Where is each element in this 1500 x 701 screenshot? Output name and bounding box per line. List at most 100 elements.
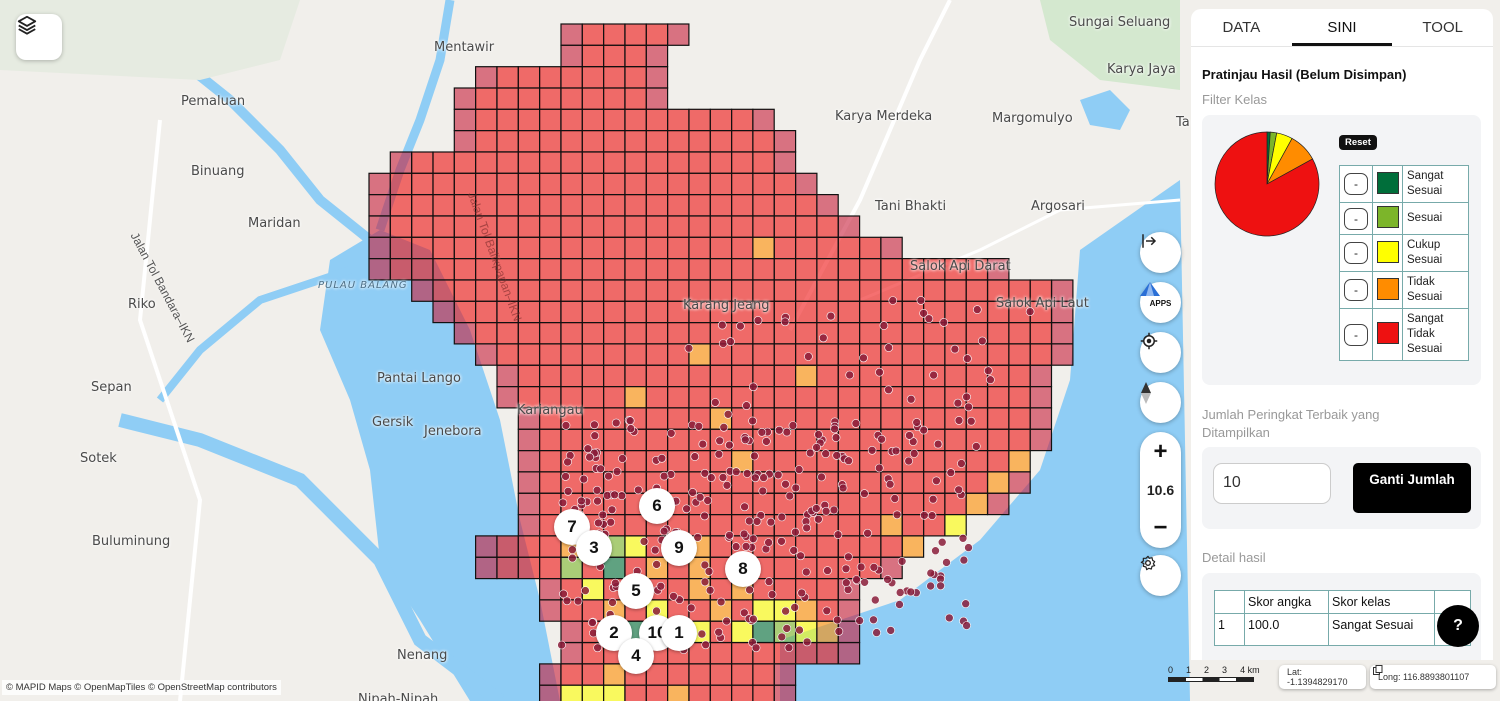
grid-cell[interactable] xyxy=(773,151,797,174)
grid-cell[interactable] xyxy=(773,386,797,409)
poi-marker[interactable] xyxy=(957,459,966,468)
poi-marker[interactable] xyxy=(833,530,843,540)
poi-marker[interactable] xyxy=(932,476,941,486)
grid-cell[interactable] xyxy=(624,108,647,132)
grid-cell[interactable] xyxy=(645,684,669,701)
poi-marker[interactable] xyxy=(788,421,798,430)
poi-marker[interactable] xyxy=(581,586,590,595)
poi-marker[interactable] xyxy=(811,504,821,513)
poi-marker[interactable] xyxy=(891,446,901,456)
poi-marker[interactable] xyxy=(897,556,907,566)
poi-marker[interactable] xyxy=(845,370,855,380)
poi-marker[interactable] xyxy=(590,420,599,430)
grid-cell[interactable] xyxy=(709,641,733,665)
grid-cell[interactable] xyxy=(730,684,754,701)
poi-marker[interactable] xyxy=(912,418,922,427)
grid-cell[interactable] xyxy=(496,322,519,345)
poi-marker[interactable] xyxy=(666,428,676,438)
rank-marker[interactable]: 3 xyxy=(576,530,612,566)
grid-cell[interactable] xyxy=(581,236,605,260)
grid-cell[interactable] xyxy=(560,172,583,196)
grid-cell[interactable] xyxy=(773,194,797,217)
poi-marker[interactable] xyxy=(794,465,804,474)
poi-marker[interactable] xyxy=(568,553,577,563)
grid-cell[interactable] xyxy=(688,663,711,686)
poi-marker[interactable] xyxy=(977,336,987,346)
grid-cell[interactable] xyxy=(666,322,690,345)
grid-cell[interactable] xyxy=(1029,322,1053,345)
poi-marker[interactable] xyxy=(851,419,861,428)
grid-cell[interactable] xyxy=(538,577,562,601)
grid-cell[interactable] xyxy=(688,108,711,132)
poi-marker[interactable] xyxy=(781,479,790,489)
grid-cell[interactable] xyxy=(858,236,882,260)
grid-cell[interactable] xyxy=(602,172,626,196)
poi-marker[interactable] xyxy=(585,452,594,462)
grid-cell[interactable] xyxy=(538,279,562,302)
grid-cell[interactable] xyxy=(773,364,797,388)
reset-button[interactable]: Reset xyxy=(1339,135,1377,150)
grid-cell[interactable] xyxy=(496,172,519,196)
poi-marker[interactable] xyxy=(844,456,853,466)
poi-marker[interactable] xyxy=(773,470,783,480)
grid-cell[interactable] xyxy=(922,450,946,473)
grid-cell[interactable] xyxy=(773,279,797,302)
grid-cell[interactable] xyxy=(752,364,775,388)
grid-cell[interactable] xyxy=(538,87,562,110)
grid-cell[interactable] xyxy=(496,556,519,580)
poi-marker[interactable] xyxy=(719,422,729,432)
poi-marker[interactable] xyxy=(688,488,697,497)
grid-cell[interactable] xyxy=(624,87,647,110)
grid-cell[interactable] xyxy=(475,535,498,558)
grid-cell[interactable] xyxy=(453,258,477,281)
grid-cell[interactable] xyxy=(538,364,562,388)
grid-cell[interactable] xyxy=(432,194,455,217)
poi-marker[interactable] xyxy=(888,296,898,305)
grid-cell[interactable] xyxy=(709,663,733,686)
grid-cell[interactable] xyxy=(986,343,1010,366)
poi-marker[interactable] xyxy=(561,421,571,430)
poi-marker[interactable] xyxy=(718,473,728,482)
poi-marker[interactable] xyxy=(814,514,823,524)
grid-cell[interactable] xyxy=(794,215,818,238)
poi-marker[interactable] xyxy=(892,510,902,520)
poi-marker[interactable] xyxy=(704,567,714,576)
grid-cell[interactable] xyxy=(602,151,626,174)
poi-marker[interactable] xyxy=(750,451,759,461)
poi-marker[interactable] xyxy=(856,562,866,572)
rank-marker[interactable]: 8 xyxy=(725,551,761,587)
poi-marker[interactable] xyxy=(905,431,914,440)
poi-marker[interactable] xyxy=(884,343,894,352)
rank-marker[interactable]: 5 xyxy=(618,573,654,609)
grid-cell[interactable] xyxy=(986,471,1010,494)
grid-cell[interactable] xyxy=(688,130,711,153)
grid-cell[interactable] xyxy=(1029,428,1053,452)
poi-marker[interactable] xyxy=(931,546,940,556)
grid-cell[interactable] xyxy=(496,130,519,153)
grid-cell[interactable] xyxy=(965,364,989,388)
grid-cell[interactable] xyxy=(752,108,775,132)
grid-cell[interactable] xyxy=(709,151,733,174)
grid-cell[interactable] xyxy=(602,279,626,302)
poi-marker[interactable] xyxy=(904,456,914,466)
grid-cell[interactable] xyxy=(581,343,605,366)
grid-cell[interactable] xyxy=(816,535,839,558)
grid-cell[interactable] xyxy=(880,364,903,388)
poi-marker[interactable] xyxy=(731,467,741,477)
poi-marker[interactable] xyxy=(926,581,935,591)
grid-cell[interactable] xyxy=(560,684,583,701)
grid-cell[interactable] xyxy=(752,322,775,345)
grid-cell[interactable] xyxy=(1008,364,1031,388)
poi-marker[interactable] xyxy=(593,496,602,506)
grid-cell[interactable] xyxy=(752,663,775,686)
grid-cell[interactable] xyxy=(645,44,669,68)
poi-marker[interactable] xyxy=(705,585,715,595)
grid-cell[interactable] xyxy=(538,258,562,281)
grid-cell[interactable] xyxy=(944,322,967,345)
copy-icon[interactable] xyxy=(1373,665,1383,675)
poi-marker[interactable] xyxy=(604,471,613,481)
grid-cell[interactable] xyxy=(1029,386,1053,409)
rank-count-input[interactable]: 10 xyxy=(1213,463,1331,504)
tab-data[interactable]: DATA xyxy=(1191,9,1292,46)
grid-cell[interactable] xyxy=(709,236,733,260)
